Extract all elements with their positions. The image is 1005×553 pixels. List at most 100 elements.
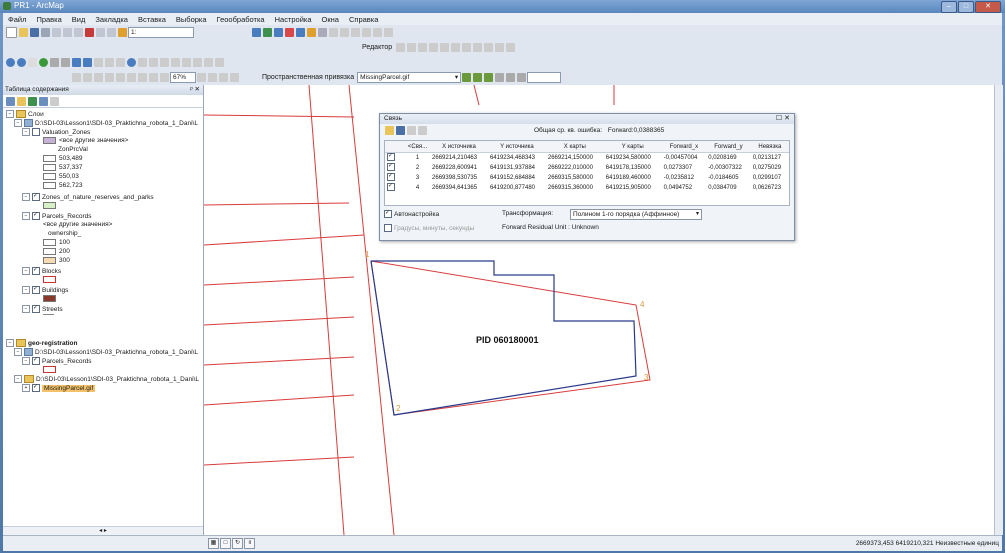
save-icon[interactable] (30, 28, 39, 37)
draw-line-icon[interactable] (329, 28, 338, 37)
table-of-contents-icon[interactable] (263, 28, 272, 37)
straight-segment-icon[interactable] (418, 43, 428, 52)
magnifier-icon[interactable] (517, 73, 527, 82)
right-dock-strip[interactable] (994, 85, 1003, 535)
link-point-2[interactable]: 2 (396, 404, 401, 413)
toc-layer-valuation-zones[interactable]: − Valuation_Zones (22, 128, 90, 136)
collapse-icon[interactable]: − (22, 267, 30, 275)
layer-visibility-checkbox[interactable] (32, 304, 40, 313)
delete-link-icon[interactable] (407, 126, 416, 135)
pause-drawing-icon[interactable]: ॥ (244, 538, 255, 549)
layout-zoom-out-icon[interactable] (83, 73, 92, 82)
column-header[interactable]: Y источника (487, 141, 546, 153)
endpoint-arc-icon[interactable] (429, 43, 439, 52)
table-row[interactable]: 3 2669398,530735 6419152,684884 2669315,… (385, 172, 789, 183)
undo-icon[interactable] (96, 28, 105, 37)
menu-geoprocessing[interactable]: Геообработка (212, 15, 270, 24)
go-forward-icon[interactable] (83, 58, 92, 67)
zoom-out-icon[interactable] (17, 58, 26, 67)
menu-file[interactable]: Файл (3, 15, 31, 24)
transformation-select[interactable]: Полином 1-го порядка (Аффинное) ▾ (570, 209, 702, 220)
menu-help[interactable]: Справка (344, 15, 383, 24)
toc-path-1[interactable]: − D:\SDI-03\Lesson1\SDI-03_Praktichna_rob… (14, 119, 198, 127)
change-layout-icon[interactable] (219, 73, 228, 82)
toc-options-icon[interactable] (50, 96, 59, 106)
data-driven-pages-icon[interactable] (230, 73, 239, 82)
fixed-zoom-in-icon[interactable] (50, 58, 59, 67)
copy-icon[interactable] (63, 28, 72, 37)
refresh-icon[interactable]: ↻ (232, 538, 243, 549)
editor-toolbar-icon[interactable] (252, 28, 261, 37)
toc-layer-streets[interactable]: − Streets (22, 304, 63, 313)
rotate-tool-icon[interactable] (473, 43, 483, 52)
column-header[interactable]: X источника (430, 141, 488, 153)
list-by-visibility-icon[interactable] (28, 96, 37, 106)
collapse-icon[interactable]: − (6, 339, 14, 347)
link-enabled-checkbox[interactable] (387, 162, 395, 171)
measure-icon[interactable] (160, 58, 169, 67)
collapse-icon[interactable]: − (6, 110, 14, 118)
dms-checkbox[interactable] (384, 224, 392, 232)
open-links-icon[interactable] (385, 126, 394, 135)
add-data-icon[interactable] (118, 28, 127, 37)
link-point-4[interactable]: 4 (640, 300, 645, 309)
delete-icon[interactable] (85, 28, 94, 37)
layer-visibility-checkbox[interactable] (32, 192, 40, 201)
column-header[interactable]: Forward_x (661, 141, 707, 153)
toc-layer-missing-parcel[interactable]: + MissingParcel.gif (22, 383, 96, 392)
search-window-icon[interactable] (285, 28, 294, 37)
scale-combo[interactable]: 1: (128, 27, 194, 38)
draw-shape-icon[interactable] (362, 28, 371, 37)
auto-adjust-row[interactable]: Автонастройка (384, 209, 439, 218)
collapse-icon[interactable]: − (14, 375, 22, 383)
link-table[interactable]: <Свя... X источника Y источника X карты … (384, 140, 790, 206)
cut-icon[interactable] (52, 28, 61, 37)
edit-vertices-icon[interactable] (373, 28, 382, 37)
layout-back-icon[interactable] (149, 73, 158, 82)
toc-horizontal-scrollbar[interactable]: ◂ ▸ (3, 526, 203, 535)
identify-icon[interactable] (127, 58, 136, 67)
toc-layer-blocks[interactable]: − Blocks (22, 266, 61, 275)
zoom-in-icon[interactable] (6, 58, 15, 67)
collapse-icon[interactable]: − (14, 348, 22, 356)
redo-icon[interactable] (107, 28, 116, 37)
draw-polyline-icon[interactable] (340, 28, 349, 37)
link-enabled-checkbox[interactable] (387, 182, 395, 191)
table-row[interactable]: 1 2669214,210463 6419234,468343 2669214,… (385, 152, 789, 164)
full-extent-icon[interactable] (39, 58, 48, 67)
zoom-100-icon[interactable] (116, 73, 125, 82)
draw-polygon-icon[interactable] (351, 28, 360, 37)
select-elements-icon[interactable] (116, 58, 125, 67)
go-to-xy-icon[interactable] (193, 58, 202, 67)
layout-zoom-in-icon[interactable] (72, 73, 81, 82)
save-links-icon[interactable] (396, 126, 405, 135)
layer-visibility-checkbox[interactable] (32, 211, 40, 220)
column-header[interactable]: X карты (545, 141, 604, 153)
layout-fixed-in-icon[interactable] (127, 73, 136, 82)
add-control-points-icon[interactable] (484, 73, 494, 82)
sketch-icon[interactable] (384, 28, 393, 37)
dialog-close-icon[interactable]: ☐ ✕ (776, 114, 790, 124)
sketch-properties-icon[interactable] (495, 43, 505, 52)
list-by-selection-icon[interactable] (39, 96, 48, 106)
toc-layers-root[interactable]: − Слои (6, 110, 44, 118)
link-enabled-checkbox[interactable] (387, 152, 395, 161)
collapse-icon[interactable]: − (22, 305, 30, 313)
edit-annotation-icon[interactable] (407, 43, 417, 52)
data-view-icon[interactable]: ▦ (208, 538, 219, 549)
table-row[interactable]: 2 2669228,600941 6419131,937884 2669222,… (385, 162, 789, 173)
hyperlink-icon[interactable] (138, 58, 147, 67)
close-button[interactable]: ✕ (975, 1, 1001, 13)
collapse-icon[interactable]: − (22, 128, 30, 136)
menu-bookmarks[interactable]: Закладка (90, 15, 133, 24)
viewer-icon[interactable] (215, 58, 224, 67)
list-by-source-icon[interactable] (17, 96, 26, 106)
print-icon[interactable] (41, 28, 50, 37)
shift-icon[interactable] (473, 73, 483, 82)
collapse-icon[interactable]: − (22, 193, 30, 201)
menu-customize[interactable]: Настройка (270, 15, 317, 24)
map-view[interactable]: 1 2 3 4 PID 060180001 Связь ☐ ✕ Общая ср… (204, 85, 994, 535)
layout-forward-icon[interactable] (160, 73, 169, 82)
menu-windows[interactable]: Окна (317, 15, 344, 24)
layout-view-icon[interactable]: □ (220, 538, 231, 549)
